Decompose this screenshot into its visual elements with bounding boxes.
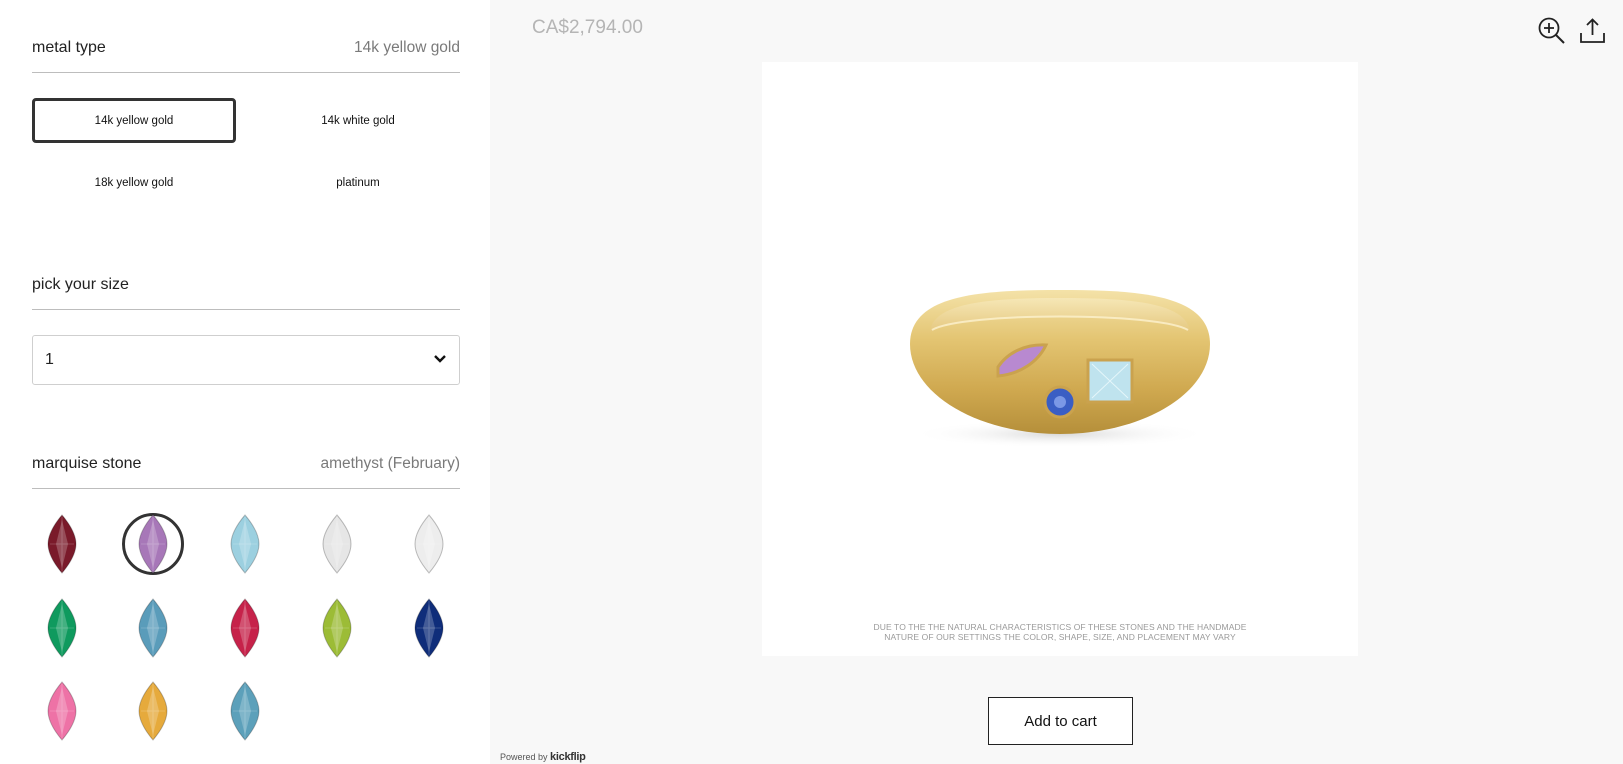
marquise-gem-icon	[414, 514, 444, 574]
powered-by[interactable]: Powered by kickflip	[500, 751, 586, 763]
chevron-down-icon	[433, 351, 447, 369]
stone-swatch[interactable]	[398, 513, 460, 575]
stone-swatch[interactable]	[214, 597, 276, 659]
metal-option-14k-white-gold[interactable]: 14k white gold	[256, 98, 460, 143]
metal-type-header: metal type 14k yellow gold	[32, 39, 460, 73]
stone-swatch[interactable]	[31, 680, 93, 742]
metal-option-platinum[interactable]: platinum	[256, 160, 460, 205]
marquise-gem-icon	[138, 681, 168, 741]
size-select-value: 1	[45, 351, 54, 368]
add-to-cart-button[interactable]: Add to cart	[988, 697, 1133, 745]
marquise-gem-icon	[230, 681, 260, 741]
marquise-gem-icon	[414, 598, 444, 658]
marquise-gem-icon	[47, 681, 77, 741]
marquise-gem-icon	[322, 598, 352, 658]
ring-image	[910, 290, 1210, 448]
marquise-gem-icon	[138, 514, 168, 574]
marquise-gem-icon	[138, 598, 168, 658]
stone-swatch[interactable]	[214, 513, 276, 575]
stone-swatch[interactable]	[306, 513, 368, 575]
size-select[interactable]: 1	[32, 335, 460, 385]
metal-option-18k-yellow-gold[interactable]: 18k yellow gold	[32, 160, 236, 205]
marquise-stone-header: marquise stone amethyst (February)	[32, 455, 460, 489]
marquise-gem-icon	[230, 598, 260, 658]
share-icon[interactable]	[1578, 16, 1608, 46]
product-image-panel: DUE TO THE THE NATURAL CHARACTERISTICS O…	[762, 62, 1358, 656]
size-header: pick your size	[32, 276, 460, 310]
stone-swatch[interactable]	[398, 597, 460, 659]
marquise-stone-title: marquise stone	[32, 455, 142, 472]
marquise-stone-selected: amethyst (February)	[320, 455, 460, 472]
marquise-gem-icon	[322, 514, 352, 574]
stone-swatch[interactable]	[122, 597, 184, 659]
stone-swatch[interactable]	[122, 680, 184, 742]
metal-type-title: metal type	[32, 39, 106, 56]
metal-option-14k-yellow-gold[interactable]: 14k yellow gold	[32, 98, 236, 143]
size-title: pick your size	[32, 276, 129, 293]
stone-swatch[interactable]	[306, 597, 368, 659]
metal-type-selected: 14k yellow gold	[354, 39, 460, 56]
product-price: CA$2,794.00	[532, 17, 643, 38]
stone-swatch[interactable]	[31, 513, 93, 575]
marquise-gem-icon	[47, 598, 77, 658]
stone-swatch[interactable]	[122, 513, 184, 575]
zoom-in-icon[interactable]	[1537, 16, 1567, 46]
product-preview: CA$2,794.00 DUE TO THE THE NATURAL CHARA…	[490, 0, 1623, 764]
customizer-panel: metal type 14k yellow gold 14k yellow go…	[0, 0, 490, 764]
stone-swatch[interactable]	[31, 597, 93, 659]
kickflip-logo: kickflip	[550, 751, 586, 763]
disclaimer-text: DUE TO THE THE NATURAL CHARACTERISTICS O…	[873, 622, 1247, 642]
marquise-gem-icon	[230, 514, 260, 574]
marquise-gem-icon	[47, 514, 77, 574]
stone-swatch[interactable]	[214, 680, 276, 742]
